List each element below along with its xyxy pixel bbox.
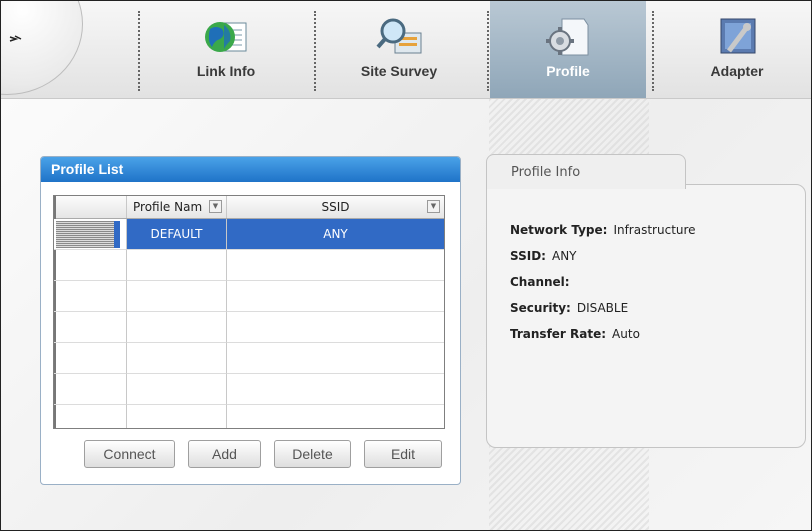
table-header: Profile Nam ▼ SSID ▼ [54, 196, 444, 219]
dropdown-arrow-icon[interactable]: ▼ [209, 200, 222, 213]
logo-mark-icon [9, 35, 22, 42]
ssid-cell: ANY [227, 219, 444, 250]
globe-document-icon [205, 22, 247, 52]
top-navigation: Link Info Site Survey Profile Adapter [1, 1, 811, 99]
channel-label: Channel: [510, 275, 570, 289]
security-row: Security: DISABLE [510, 301, 628, 315]
transfer-rate-value: Auto [612, 327, 640, 341]
channel-row: Channel: [510, 275, 576, 289]
add-button[interactable]: Add [188, 440, 261, 468]
row-status-cell [54, 219, 127, 250]
tab-label: Profile [546, 63, 590, 79]
network-type-label: Network Type: [510, 223, 608, 237]
tab-adapter[interactable]: Adapter [659, 1, 811, 98]
profile-list-panel: Profile List Profile Nam ▼ SSID ▼ DEFAUL… [40, 156, 461, 485]
delete-button[interactable]: Delete [274, 440, 351, 468]
tab-profile[interactable]: Profile [490, 1, 646, 98]
transfer-rate-row: Transfer Rate: Auto [510, 327, 640, 341]
table-row[interactable] [54, 312, 444, 343]
security-label: Security: [510, 301, 571, 315]
magnifier-network-icon [376, 18, 422, 54]
network-type-row: Network Type: Infrastructure [510, 223, 696, 237]
tab-label: Adapter [710, 63, 764, 79]
ssid-label: SSID: [510, 249, 546, 263]
transfer-rate-label: Transfer Rate: [510, 327, 607, 341]
ssid-row: SSID: ANY [510, 249, 577, 263]
table-row[interactable] [54, 405, 444, 428]
nav-separator [487, 11, 489, 91]
brand-logo [1, 1, 83, 95]
table-row[interactable] [54, 250, 444, 281]
nav-separator [138, 11, 140, 91]
edit-button[interactable]: Edit [364, 440, 442, 468]
ssid-value: ANY [551, 249, 577, 263]
adapter-tools-icon [720, 18, 756, 54]
profile-info-panel: Network Type: Infrastructure SSID: ANY Cha… [486, 184, 806, 448]
column-header-label: Profile Nam [133, 200, 203, 214]
tab-site-survey[interactable]: Site Survey [321, 1, 477, 98]
icon-column-header[interactable] [54, 196, 127, 218]
panel-title: Profile List [41, 157, 460, 182]
column-header-ssid[interactable]: SSID ▼ [227, 196, 444, 218]
table-row[interactable] [54, 374, 444, 405]
gear-document-icon [546, 18, 589, 56]
connection-status-icon [56, 220, 120, 248]
nav-separator [314, 11, 316, 91]
tab-label: Site Survey [360, 63, 438, 79]
network-type-value: Infrastructure [613, 223, 696, 237]
column-header-label: SSID [321, 200, 350, 214]
profile-name-cell: DEFAULT [127, 219, 227, 250]
table-row[interactable]: DEFAULT ANY [54, 219, 444, 250]
app-window: Link Info Site Survey Profile Adapter Pr… [0, 0, 812, 531]
tab-link-info[interactable]: Link Info [148, 1, 304, 98]
profile-info-tab: Profile Info [486, 154, 686, 189]
profile-info-tab-label: Profile Info [511, 165, 581, 180]
tab-label: Link Info [196, 63, 256, 79]
connect-button[interactable]: Connect [84, 440, 175, 468]
security-value: DISABLE [576, 301, 629, 315]
dropdown-arrow-icon[interactable]: ▼ [427, 200, 440, 213]
table-row[interactable] [54, 343, 444, 374]
table-row[interactable] [54, 281, 444, 312]
column-header-profile-name[interactable]: Profile Nam ▼ [127, 196, 227, 218]
action-buttons: Connect Add Delete Edit [84, 440, 442, 468]
nav-separator [652, 11, 654, 91]
profile-table[interactable]: Profile Nam ▼ SSID ▼ DEFAULT ANY [53, 195, 445, 429]
